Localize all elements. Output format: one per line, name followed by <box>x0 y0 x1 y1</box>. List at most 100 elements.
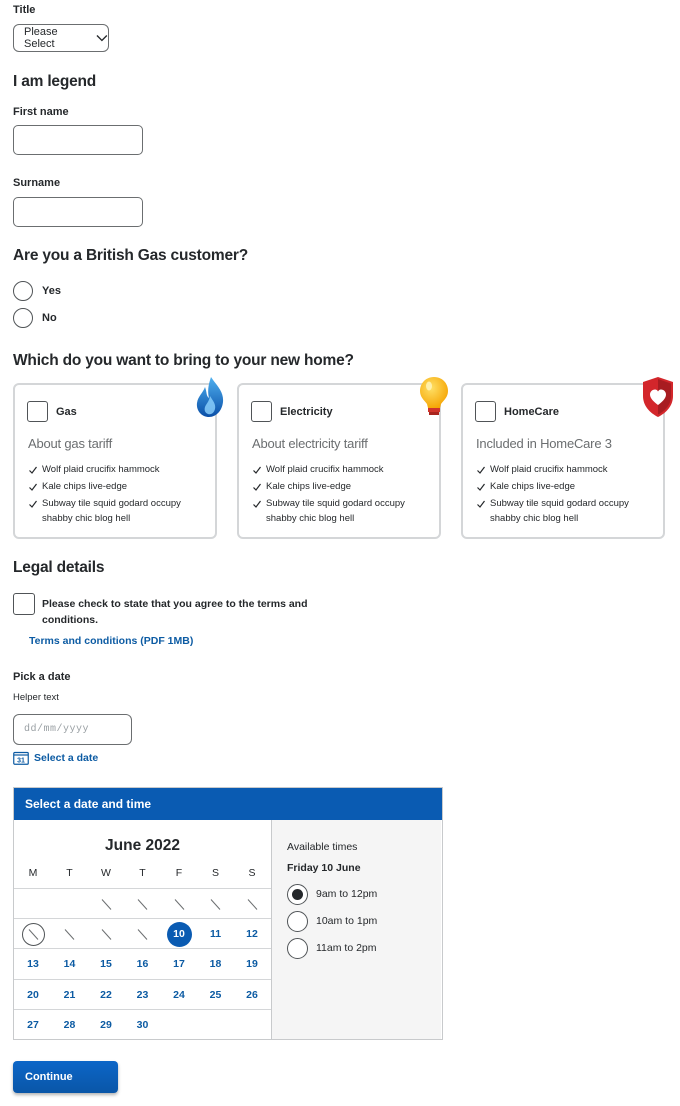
card-subtitle: Included in HomeCare 3 <box>476 436 612 451</box>
title-label: Title <box>13 4 36 16</box>
time-slot-label: 11am to 2pm <box>316 942 377 954</box>
terms-checkbox-label: Please check to state that you agree to … <box>42 598 308 626</box>
calendar-day-18[interactable]: 18 <box>198 949 234 979</box>
calendar-day-26[interactable]: 26 <box>234 980 270 1010</box>
calendar-day-16[interactable]: 16 <box>125 949 161 979</box>
customer-no-radio[interactable] <box>13 308 33 328</box>
calendar-day-4: 4 <box>198 889 234 919</box>
strike-icon <box>137 928 148 940</box>
feature-item: Wolf plaid crucifix hammock <box>29 463 209 478</box>
surname-input[interactable] <box>13 197 143 227</box>
calendar-day-24[interactable]: 24 <box>161 980 197 1010</box>
calendar-day-19[interactable]: 19 <box>234 949 270 979</box>
strike-icon <box>247 898 257 910</box>
calendar-day-7: 7 <box>52 919 88 949</box>
feature-item: Kale chips live-edge <box>253 480 433 495</box>
card-subtitle: About electricity tariff <box>252 436 368 451</box>
product-card-homecare[interactable]: HomeCare Included in HomeCare 3 Wolf pla… <box>461 383 665 539</box>
strike-icon <box>101 898 111 910</box>
card-subtitle: About gas tariff <box>28 436 113 451</box>
calendar-day-14[interactable]: 14 <box>52 949 88 979</box>
calendar-day-12[interactable]: 12 <box>234 919 270 949</box>
time-slot-radio[interactable] <box>287 884 308 905</box>
weekday-header: M <box>28 867 38 879</box>
calendar-day-11[interactable]: 11 <box>198 919 234 949</box>
calendar-icon: 31 <box>13 751 29 765</box>
electricity-checkbox[interactable] <box>251 401 272 422</box>
check-icon <box>29 466 37 474</box>
calendar-day-13[interactable]: 13 <box>15 949 51 979</box>
check-icon <box>29 500 37 508</box>
check-icon <box>29 483 37 491</box>
lightbulb-icon <box>420 377 448 415</box>
date-helper-text: Helper text <box>13 692 59 703</box>
legal-heading: Legal details <box>13 559 105 576</box>
strike-icon <box>101 928 111 940</box>
product-card-electricity[interactable]: Electricity About electricity tariff Wol… <box>237 383 441 539</box>
calendar-day-6: 6 <box>15 919 51 949</box>
calendar-day-21[interactable]: 21 <box>52 980 88 1010</box>
weekday-header: T <box>139 867 146 879</box>
calendar-day-28[interactable]: 28 <box>52 1010 88 1040</box>
customer-yes-label: Yes <box>42 285 61 297</box>
weekday-header: S <box>211 867 219 879</box>
first-name-input[interactable] <box>13 125 143 155</box>
card-name: Gas <box>56 406 77 418</box>
calendar-day-25[interactable]: 25 <box>198 980 234 1010</box>
feature-item: Subway tile squid godard occupy shabby c… <box>253 497 433 526</box>
panel-title: Select a date and time <box>14 788 442 820</box>
calendar-day-9: 9 <box>125 919 161 949</box>
available-times-label: Available times <box>287 841 358 853</box>
calendar-day-23[interactable]: 23 <box>125 980 161 1010</box>
section-heading: I am legend <box>13 73 97 90</box>
svg-text:31: 31 <box>17 758 25 765</box>
select-date-link[interactable]: 31 Select a date <box>13 751 98 765</box>
calendar-day-22[interactable]: 22 <box>88 980 124 1010</box>
weekday-header: F <box>175 867 183 879</box>
strike-icon <box>210 898 221 910</box>
calendar-week: 13 14 15 16 17 18 19 <box>14 948 271 978</box>
calendar-day-17[interactable]: 17 <box>161 949 197 979</box>
calendar-day-20[interactable]: 20 <box>15 980 51 1010</box>
time-slot-radio[interactable] <box>287 911 308 932</box>
radio-dot <box>292 889 303 900</box>
calendar-week: 12345 <box>14 888 271 918</box>
calendar-month: June 2022 <box>105 837 180 854</box>
calendar-day-5: 5 <box>234 889 270 919</box>
feature-item: Kale chips live-edge <box>477 480 657 495</box>
surname-label: Surname <box>13 177 61 189</box>
time-slot-label: 10am to 1pm <box>316 915 378 927</box>
calendar-day-2: 2 <box>125 889 161 919</box>
calendar-day-30[interactable]: 30 <box>125 1010 161 1040</box>
today-ring <box>21 922 45 946</box>
homecare-checkbox[interactable] <box>475 401 496 422</box>
calendar-day-10[interactable]: 10 <box>161 919 197 949</box>
weekday-header: T <box>66 867 73 879</box>
check-icon <box>477 483 485 491</box>
feature-item: Kale chips live-edge <box>29 480 209 495</box>
time-slot-radio[interactable] <box>287 938 308 959</box>
customer-yes-radio[interactable] <box>13 281 33 301</box>
calendar-day-27[interactable]: 27 <box>15 1010 51 1040</box>
terms-link[interactable]: Terms and conditions (PDF 1MB) <box>29 635 193 647</box>
gas-checkbox[interactable] <box>27 401 48 422</box>
calendar-day-15[interactable]: 15 <box>88 949 124 979</box>
continue-button[interactable]: Continue <box>13 1061 118 1093</box>
check-icon <box>477 500 485 508</box>
calendar-week: 27 28 29 30 <box>14 1008 271 1040</box>
terms-checkbox[interactable] <box>13 593 35 615</box>
feature-item: Wolf plaid crucifix hammock <box>477 463 657 478</box>
check-icon <box>253 500 261 508</box>
calendar-day-29[interactable]: 29 <box>88 1010 124 1040</box>
bring-question: Which do you want to bring to your new h… <box>13 352 354 369</box>
date-input[interactable]: dd/mm/yyyy <box>13 714 132 745</box>
select-date-text: Select a date <box>34 752 99 764</box>
strike-icon <box>64 928 75 940</box>
available-times: Available times Friday 10 June 9am to 12… <box>271 820 441 1039</box>
check-icon <box>253 483 261 491</box>
check-icon <box>477 466 485 474</box>
product-card-gas[interactable]: Gas About gas tariff Wolf plaid crucifix… <box>13 383 217 539</box>
first-name-label: First name <box>13 106 69 118</box>
weekday-header: S <box>248 867 256 879</box>
title-select[interactable]: Please Select <box>13 24 109 52</box>
